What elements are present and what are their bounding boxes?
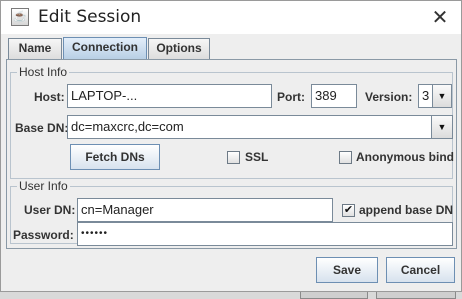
host-info-title: Host Info (17, 65, 70, 79)
version-select[interactable]: 3 ▼ (418, 84, 452, 108)
edit-session-dialog: ☕ Edit Session ✕ Name Connection Options… (0, 0, 462, 292)
fetch-dns-button[interactable]: Fetch DNs (70, 144, 160, 170)
base-dn-combo[interactable]: dc=maxcrc,dc=com ▼ (67, 115, 453, 139)
title-bar: ☕ Edit Session ✕ (1, 1, 461, 34)
chevron-down-icon[interactable]: ▼ (431, 116, 452, 138)
tab-connection[interactable]: Connection (63, 37, 147, 59)
host-input[interactable]: LAPTOP-... (67, 84, 272, 108)
anonymous-bind-label: Anonymous bind (356, 150, 454, 164)
user-dn-label: User DN: (24, 203, 76, 217)
ssl-label: SSL (245, 150, 269, 164)
background-window-edge (376, 292, 456, 299)
user-dn-input[interactable]: cn=Manager (77, 198, 333, 222)
port-input[interactable]: 389 (311, 84, 357, 108)
connection-panel: Host Info Host: LAPTOP-... Port: 389 Ver… (6, 59, 457, 249)
ssl-checkbox[interactable] (227, 151, 240, 164)
host-label: Host: (34, 90, 65, 104)
port-label: Port: (277, 90, 305, 104)
base-dn-value: dc=maxcrc,dc=com (71, 119, 184, 134)
tab-options[interactable]: Options (148, 38, 210, 59)
tab-name[interactable]: Name (8, 38, 62, 59)
close-icon[interactable]: ✕ (425, 3, 455, 31)
save-button[interactable]: Save (316, 257, 378, 283)
background-window-edge (300, 292, 368, 299)
version-value: 3 (422, 88, 430, 103)
window-title: Edit Session (38, 7, 142, 27)
append-base-dn-checkbox[interactable]: ✔ (342, 204, 355, 217)
cancel-button[interactable]: Cancel (386, 257, 455, 283)
anonymous-bind-checkbox[interactable] (339, 151, 352, 164)
password-label: Password: (13, 228, 74, 242)
base-dn-label: Base DN: (15, 121, 69, 135)
java-app-icon: ☕ (11, 8, 29, 26)
user-info-title: User Info (17, 179, 70, 193)
password-field[interactable]: •••••• (77, 222, 453, 246)
chevron-down-icon[interactable]: ▼ (432, 85, 451, 107)
version-label: Version: (365, 90, 413, 104)
append-base-dn-label: append base DN (359, 203, 454, 217)
